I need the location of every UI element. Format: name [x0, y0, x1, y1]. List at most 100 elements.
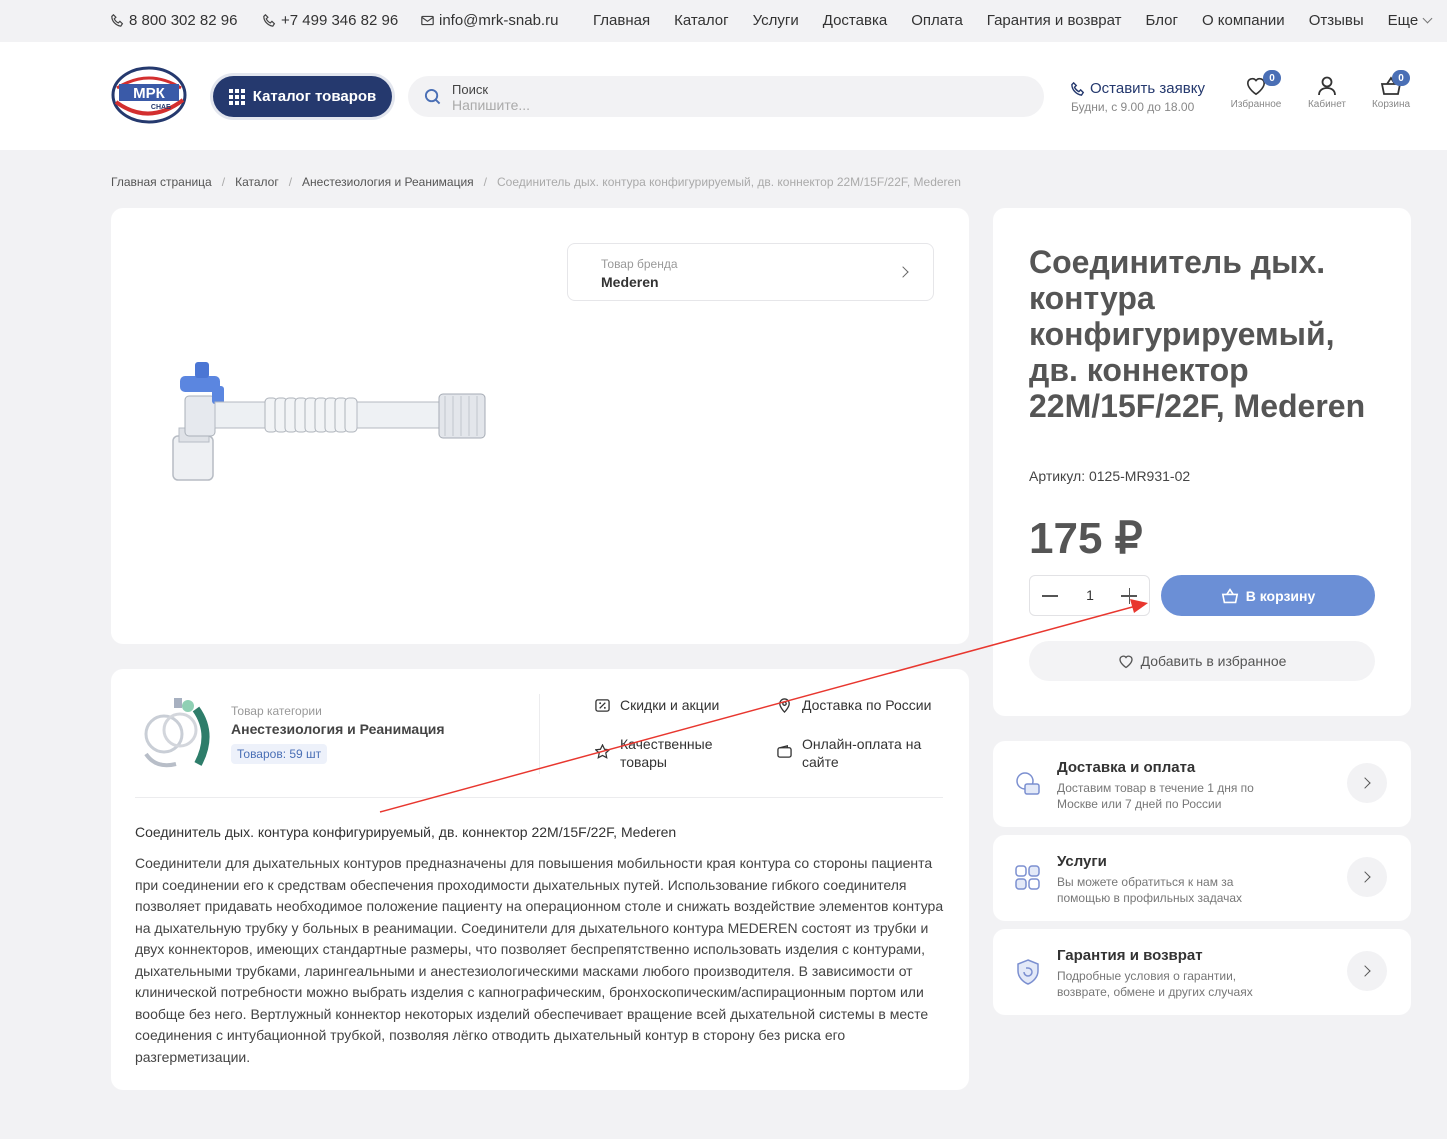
top-nav: Главная Каталог Услуги Доставка Оплата Г… [593, 12, 1433, 29]
arrow-button[interactable] [1347, 951, 1387, 991]
info-card-services[interactable]: Услуги Вы можете обратиться к нам за пом… [993, 835, 1411, 921]
top-bar: 8 800 302 82 96 +7 499 346 82 96 info@mr… [0, 0, 1447, 42]
chevron-right-icon [1359, 965, 1371, 977]
nav-item-catalog[interactable]: Каталог [674, 12, 729, 29]
vertical-divider [539, 694, 540, 774]
info-card-desc: Вы можете обратиться к нам за помощью в … [1057, 875, 1243, 905]
chevron-right-icon [897, 266, 909, 278]
nav-item-warranty[interactable]: Гарантия и возврат [987, 12, 1122, 29]
add-to-cart-button[interactable]: В корзину [1161, 575, 1375, 616]
brand-label: Товар бренда [601, 257, 678, 271]
account-label: Кабинет [1307, 99, 1347, 110]
add-to-cart-label: В корзину [1245, 587, 1316, 604]
chevron-right-icon [1359, 871, 1371, 883]
phone-2-text: +7 499 346 82 96 [281, 12, 399, 29]
feature-label: Доставка по России [802, 697, 932, 713]
star-icon [595, 744, 610, 759]
category-count-badge: Товаров: 59 шт [231, 744, 328, 764]
nav-item-more[interactable]: Еще [1387, 12, 1433, 29]
phone-icon [111, 14, 124, 27]
feature-discounts: Скидки и акции [595, 696, 770, 714]
breadcrumb-current: Соединитель дых. контура конфигурируемый… [497, 175, 961, 189]
breadcrumb-category[interactable]: Анестезиология и Реанимация [302, 175, 474, 189]
callback-hours: Будни, с 9.00 до 18.00 [1071, 100, 1195, 114]
cart-link[interactable]: Корзина 0 [1368, 70, 1414, 110]
category-label: Товар категории [231, 704, 322, 718]
info-card-title: Доставка и оплата [1057, 759, 1196, 776]
account-link[interactable]: Кабинет [1304, 76, 1350, 110]
phone-1-text: 8 800 302 82 96 [129, 12, 238, 29]
callback-link-text: Оставить заявку [1090, 80, 1205, 97]
plus-icon-vertical[interactable] [1128, 588, 1130, 604]
info-card-title: Гарантия и возврат [1057, 947, 1203, 964]
nav-item-reviews[interactable]: Отзывы [1309, 12, 1364, 29]
product-sku: Артикул: 0125-MR931-02 [1029, 468, 1191, 484]
delivery-icon [1016, 772, 1040, 795]
breadcrumb-home[interactable]: Главная страница [111, 175, 212, 189]
description-card: Товар категории Анестезиология и Реанима… [111, 669, 969, 1090]
category-name[interactable]: Анестезиология и Реанимация [231, 721, 445, 737]
description-body: Соединители для дыхательных контуров пре… [135, 855, 944, 1065]
info-card-delivery[interactable]: Доставка и оплата Доставим товар в течен… [993, 741, 1411, 827]
search-bar[interactable]: Поиск [408, 76, 1044, 117]
nav-item-payment[interactable]: Оплата [911, 12, 963, 29]
brand-link[interactable]: Товар бренда Mederen [567, 243, 934, 301]
basket-icon [1221, 587, 1238, 603]
feature-label: Онлайн-оплата на сайте [802, 736, 922, 770]
arrow-button[interactable] [1347, 763, 1387, 803]
category-image[interactable] [136, 694, 216, 769]
breadcrumb-separator: / [288, 175, 293, 189]
company-logo[interactable]: МРК СНАБ [111, 66, 187, 124]
minus-icon[interactable] [1042, 595, 1058, 597]
product-title: Соединитель дых. контура конфигурируемый… [1029, 244, 1366, 424]
catalog-button[interactable]: Каталог товаров [213, 76, 392, 117]
grid-icon [228, 88, 245, 105]
search-input[interactable] [452, 97, 1012, 113]
mail-icon [421, 15, 434, 26]
cart-label: Корзина [1371, 99, 1411, 110]
services-grid-icon [1015, 865, 1040, 890]
feature-label: Скидки и акции [620, 697, 720, 713]
search-icon [424, 88, 441, 105]
arrow-button[interactable] [1347, 857, 1387, 897]
feature-online-payment: Онлайн-оплата на сайте [777, 735, 942, 771]
favorites-link[interactable]: Избранное 0 [1228, 70, 1284, 110]
nav-item-services[interactable]: Услуги [753, 12, 799, 29]
feature-label: Качественные товары [620, 736, 713, 770]
nav-item-home[interactable]: Главная [593, 12, 650, 29]
info-card-desc: Доставим товар в течение 1 дня по Москве… [1057, 781, 1254, 811]
add-to-favorites-button[interactable]: Добавить в избранное [1029, 641, 1375, 681]
nav-more-label: Еще [1387, 12, 1419, 29]
favorites-label: Избранное [1230, 99, 1282, 110]
info-card-warranty[interactable]: Гарантия и возврат Подробные условия о г… [993, 929, 1411, 1015]
horizontal-divider [135, 797, 943, 798]
callback-link[interactable]: Оставить заявку [1071, 80, 1205, 97]
breadcrumb-catalog[interactable]: Каталог [235, 175, 279, 189]
email-text: info@mrk-snab.ru [439, 12, 559, 29]
quantity-stepper: 1 [1029, 575, 1150, 616]
phone-icon [263, 14, 276, 27]
heart-icon [1118, 655, 1133, 668]
product-gallery-card: Товар бренда Mederen [111, 208, 969, 644]
feature-delivery: Доставка по России [779, 696, 952, 714]
email-link[interactable]: info@mrk-snab.ru [421, 12, 558, 29]
favorites-count-badge: 0 [1263, 70, 1281, 86]
shield-icon [1017, 959, 1039, 985]
user-icon [1318, 76, 1336, 96]
nav-item-delivery[interactable]: Доставка [823, 12, 887, 29]
nav-item-blog[interactable]: Блог [1146, 12, 1178, 29]
product-image[interactable] [155, 358, 495, 493]
phone-link-1[interactable]: 8 800 302 82 96 [111, 12, 237, 29]
cart-count-badge: 0 [1392, 70, 1410, 86]
info-card-desc: Подробные условия о гарантии, возврате, … [1057, 969, 1253, 999]
quantity-value[interactable]: 1 [1080, 587, 1100, 603]
chevron-right-icon [1359, 777, 1371, 789]
add-to-favorites-label: Добавить в избранное [1140, 653, 1287, 669]
product-price: 175 ₽ [1029, 514, 1143, 563]
nav-item-about[interactable]: О компании [1202, 12, 1285, 29]
product-info-card: Соединитель дых. контура конфигурируемый… [993, 208, 1411, 716]
chevron-down-icon [1422, 13, 1433, 24]
feature-quality: Качественные товары [595, 735, 750, 771]
phone-link-2[interactable]: +7 499 346 82 96 [263, 12, 398, 29]
wallet-icon [777, 745, 792, 758]
